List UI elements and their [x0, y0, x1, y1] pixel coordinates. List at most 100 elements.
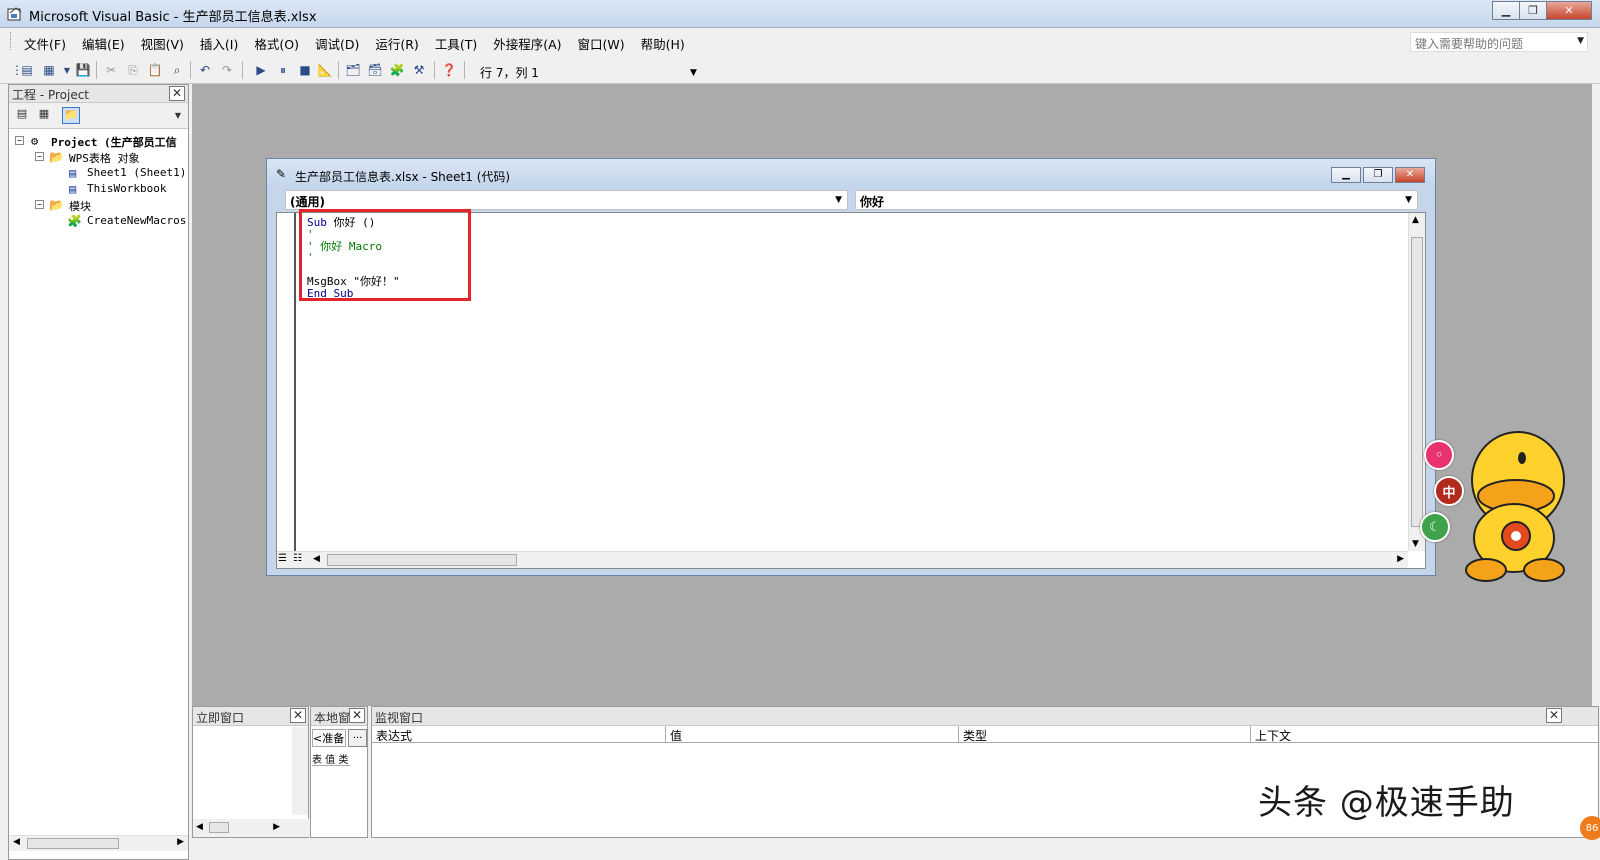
scroll-left-icon[interactable]: ◀	[196, 822, 203, 832]
menu-addins[interactable]: 外接程序(A)	[485, 34, 569, 53]
folder-icon: 📂	[49, 150, 64, 164]
toolbox-icon[interactable]: ⚒	[410, 61, 428, 79]
code-margin[interactable]	[277, 213, 296, 551]
design-mode-icon[interactable]: 📐	[316, 61, 334, 79]
menu-format[interactable]: 格式(O)	[246, 34, 307, 53]
scroll-left-icon[interactable]: ◀	[313, 554, 320, 564]
break-icon[interactable]: ⏸	[274, 61, 292, 79]
close-button[interactable]: ✕	[1395, 167, 1425, 183]
scroll-thumb[interactable]	[1411, 237, 1423, 527]
procedure-view-icon[interactable]: ☰	[278, 553, 287, 564]
collapse-icon[interactable]: −	[35, 152, 44, 161]
tree-node-module[interactable]: 🧩 CreateNewMacros	[9, 213, 188, 229]
view-code-icon[interactable]: ▤	[13, 107, 31, 124]
collapse-icon[interactable]: −	[35, 200, 44, 209]
close-icon[interactable]: ✕	[349, 708, 365, 723]
locals-call-stack-button[interactable]: ...	[348, 729, 367, 747]
scroll-left-icon[interactable]: ◀	[13, 837, 20, 847]
toolbar-options-icon[interactable]: ▼	[690, 68, 697, 78]
insert-userform-icon[interactable]: ▦	[40, 61, 58, 79]
scroll-right-icon[interactable]: ▶	[1397, 554, 1404, 564]
immediate-header: 立即窗口 ✕	[193, 707, 308, 726]
menu-file[interactable]: 文件(F)	[16, 34, 74, 53]
view-object-icon[interactable]: ▦	[35, 107, 53, 124]
code-editor[interactable]: Sub 你好 () ' ' 你好 Macro ' MsgBox "你好！" En…	[276, 209, 1426, 569]
close-icon[interactable]: ✕	[169, 86, 185, 101]
project-explorer-icon[interactable]: 🗂	[344, 61, 362, 79]
minimize-button[interactable]: ▁	[1331, 167, 1361, 183]
minimize-button[interactable]: ▁	[1492, 1, 1520, 20]
chevron-down-icon[interactable]: ▼	[835, 195, 842, 205]
maximize-button[interactable]: ❐	[1519, 1, 1547, 20]
chevron-down-icon[interactable]: ▼	[1405, 195, 1412, 205]
scroll-down-icon[interactable]: ▼	[1412, 539, 1419, 549]
help-icon[interactable]: ❓	[440, 61, 458, 79]
scroll-up-icon[interactable]: ▲	[1412, 215, 1419, 225]
help-search-input[interactable]: 键入需要帮助的问题 ▼	[1410, 32, 1588, 52]
code-window-titlebar[interactable]: ✎ 生产部员工信息表.xlsx - Sheet1 (代码) ▁ ❐ ✕	[267, 159, 1435, 187]
tree-node-thisworkbook[interactable]: ▤ ThisWorkbook	[9, 181, 188, 197]
chevron-down-icon[interactable]: ▼	[1577, 36, 1584, 46]
column-type[interactable]: 类型	[959, 726, 1251, 743]
scroll-thumb[interactable]	[209, 822, 229, 833]
notification-badge[interactable]: 86	[1580, 816, 1600, 840]
floater-moon-icon[interactable]: ☾	[1420, 512, 1450, 542]
floater-voice-icon[interactable]: ◦	[1424, 440, 1454, 470]
project-tree: − ⚙ Project (生产部员工信 − 📂 WPS表格 对象 ▤ Sheet…	[9, 129, 188, 229]
view-excel-icon[interactable]: ▤	[18, 61, 36, 79]
help-search-placeholder: 键入需要帮助的问题	[1415, 37, 1524, 51]
restore-button[interactable]: ❐	[1363, 167, 1393, 183]
toggle-folders-icon[interactable]: 📁	[62, 107, 80, 124]
duck-mascot-icon[interactable]	[1458, 418, 1570, 584]
reset-icon[interactable]: ■	[296, 61, 314, 79]
run-icon[interactable]: ▶	[252, 61, 270, 79]
menu-debug[interactable]: 调试(D)	[307, 34, 367, 53]
menu-insert[interactable]: 插入(I)	[192, 34, 246, 53]
collapse-icon[interactable]: −	[15, 136, 24, 145]
object-browser-icon[interactable]: 🧩	[388, 61, 406, 79]
vertical-scrollbar[interactable]	[292, 727, 308, 815]
find-icon[interactable]: ⌕	[168, 61, 186, 79]
code-window-icon: ✎	[276, 167, 287, 181]
locals-header: 本地窗口 ✕	[311, 707, 367, 726]
horizontal-scrollbar[interactable]: ☰ ☷ ◀ ▶	[277, 551, 1408, 568]
copy-icon[interactable]: ⎘	[124, 61, 142, 79]
close-icon[interactable]: ✕	[290, 708, 306, 723]
full-module-view-icon[interactable]: ☷	[293, 553, 302, 564]
menu-view[interactable]: 视图(V)	[133, 34, 192, 53]
scroll-right-icon[interactable]: ▶	[273, 822, 280, 832]
horizontal-scrollbar[interactable]: ◀ ▶	[9, 835, 188, 851]
scroll-right-icon[interactable]: ▶	[177, 837, 184, 847]
menu-window[interactable]: 窗口(W)	[570, 34, 633, 53]
tree-node-sheet1[interactable]: ▤ Sheet1 (Sheet1)	[9, 165, 188, 181]
chevron-down-icon[interactable]: ▼	[169, 111, 187, 128]
properties-window-icon[interactable]: 🗃	[366, 61, 384, 79]
column-value[interactable]: 值	[666, 726, 959, 743]
tree-node-wps-objects[interactable]: − 📂 WPS表格 对象	[9, 149, 188, 165]
menu-grip[interactable]	[10, 32, 13, 50]
tree-label: Project (生产部员工信	[51, 136, 177, 149]
menu-edit[interactable]: 编辑(E)	[74, 34, 133, 53]
undo-icon[interactable]: ↶	[196, 61, 214, 79]
close-button[interactable]: ✕	[1546, 1, 1592, 20]
procedure-combo[interactable]: 你好 ▼	[855, 190, 1418, 210]
scroll-thumb[interactable]	[327, 554, 517, 566]
save-icon[interactable]: 💾	[74, 61, 92, 79]
menu-help[interactable]: 帮助(H)	[633, 34, 693, 53]
tree-node-project[interactable]: − ⚙ Project (生产部员工信	[9, 133, 188, 149]
menu-tools[interactable]: 工具(T)	[427, 34, 485, 53]
column-context[interactable]: 上下文	[1251, 726, 1541, 743]
procedure-combo-value: 你好	[860, 195, 885, 209]
scroll-thumb[interactable]	[27, 838, 119, 849]
redo-icon[interactable]: ↷	[218, 61, 236, 79]
workbook-icon: ▤	[69, 182, 77, 196]
close-icon[interactable]: ✕	[1546, 708, 1562, 723]
horizontal-scrollbar[interactable]: ◀ ▶	[193, 819, 310, 837]
paste-icon[interactable]: 📋	[146, 61, 164, 79]
menu-run[interactable]: 运行(R)	[367, 34, 426, 53]
tree-node-modules[interactable]: − 📂 模块	[9, 197, 188, 213]
column-expression[interactable]: 表达式	[372, 726, 666, 743]
vertical-scrollbar[interactable]: ▲ ▼	[1408, 213, 1425, 551]
object-combo[interactable]: (通用) ▼	[285, 190, 848, 210]
cut-icon[interactable]: ✂	[102, 61, 120, 79]
